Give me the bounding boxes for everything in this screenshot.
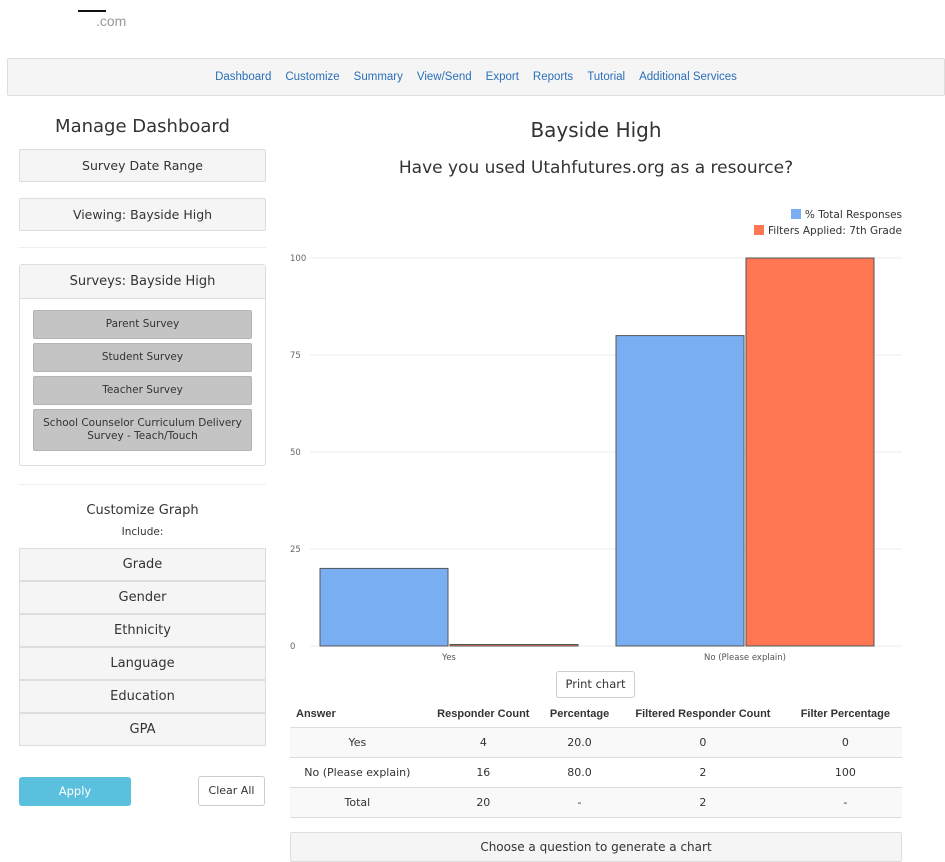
legend-item-filter[interactable]: Filters Applied: 7th Grade [754, 223, 902, 239]
cell-responder-count: 20 [424, 786, 542, 818]
survey-parent[interactable]: Parent Survey [33, 310, 252, 339]
cell-filter-percentage: 0 [788, 726, 902, 757]
y-tick-label: 25 [290, 545, 301, 555]
cell-percentage: 20.0 [541, 726, 618, 757]
question-text: Have you used Utahfutures.org as a resou… [398, 158, 794, 178]
table-row: Yes 4 20.0 0 0 [290, 726, 902, 757]
x-tick-label: Yes [441, 653, 456, 663]
cell-responder-count: 16 [424, 756, 542, 787]
cell-filter-percentage: - [788, 786, 902, 818]
col-percentage: Percentage [549, 707, 610, 720]
legend-label-total: % Total Responses [804, 209, 902, 221]
filter-gpa-button[interactable]: GPA [19, 713, 266, 746]
page-title: Bayside High [530, 118, 662, 142]
y-tick-label: 50 [290, 448, 301, 458]
legend-swatch-total [790, 209, 801, 219]
survey-school-counselor[interactable]: School Counselor Curriculum Delivery Sur… [33, 409, 252, 451]
cell-answer: No (Please explain) [290, 756, 425, 787]
legend-swatch-filter [754, 225, 765, 235]
cell-answer: Total [290, 786, 425, 818]
sidebar-title: Manage Dashboard [55, 116, 230, 137]
col-answer: Answer [296, 707, 336, 720]
apply-button[interactable]: Apply [19, 777, 131, 806]
bar-chart: 0 25 50 75 100 Yes No (Please explain) [290, 254, 902, 663]
col-filter-percentage: Filter Percentage [800, 707, 890, 720]
bar [319, 567, 449, 647]
choose-question-bar[interactable]: Choose a question to generate a chart [290, 832, 902, 862]
cell-filter-percentage: 100 [788, 756, 902, 787]
surveys-list: Parent Survey Student Survey Teacher Sur… [20, 299, 265, 465]
survey-student[interactable]: Student Survey [33, 343, 252, 372]
top-nav: Dashboard Customize Summary View/Send Ex… [7, 58, 945, 96]
bar [615, 335, 745, 647]
nav-export[interactable]: Export [486, 71, 519, 83]
survey-teacher[interactable]: Teacher Survey [33, 376, 252, 405]
cell-filtered-count: 2 [617, 786, 789, 818]
nav-summary[interactable]: Summary [354, 71, 403, 83]
include-label: Include: [121, 526, 164, 538]
cell-filtered-count: 0 [617, 726, 789, 757]
divider [19, 484, 266, 485]
filter-gender-button[interactable]: Gender [19, 581, 266, 614]
y-tick-label: 100 [290, 254, 306, 264]
cell-filtered-count: 2 [617, 756, 789, 787]
site-logo[interactable]: .com [78, 10, 138, 32]
col-responder-count: Responder Count [437, 707, 530, 720]
viewing-school-button[interactable]: Viewing: Bayside High [19, 198, 266, 231]
bar [449, 644, 579, 647]
nav-tutorial[interactable]: Tutorial [587, 71, 625, 83]
nav-additional-services[interactable]: Additional Services [639, 71, 737, 83]
table-row: Total 20 - 2 - [290, 786, 902, 818]
filter-grade-button[interactable]: Grade [19, 548, 266, 581]
cell-percentage: 80.0 [541, 756, 618, 787]
filter-language-button[interactable]: Language [19, 647, 266, 680]
table-row: No (Please explain) 16 80.0 2 100 [290, 756, 902, 787]
chart-legend: % Total Responses Filters Applied: 7th G… [754, 207, 902, 239]
nav-reports[interactable]: Reports [533, 71, 573, 83]
cell-answer: Yes [290, 726, 425, 757]
table-header-row: Answer Responder Count Percentage Filter… [290, 701, 902, 727]
legend-label-filter: Filters Applied: 7th Grade [768, 225, 902, 237]
nav-customize[interactable]: Customize [285, 71, 339, 83]
y-tick-label: 75 [290, 351, 301, 361]
cell-percentage: - [541, 786, 618, 818]
logo-text: .com [96, 13, 127, 29]
y-tick-label: 0 [290, 642, 295, 652]
nav-view-send[interactable]: View/Send [417, 71, 472, 83]
survey-date-range-button[interactable]: Survey Date Range [19, 149, 266, 182]
sidebar: Manage Dashboard Survey Date Range Viewi… [19, 110, 266, 746]
results-table: Answer Responder Count Percentage Filter… [290, 701, 902, 818]
cell-responder-count: 4 [424, 726, 542, 757]
logo-mark [78, 10, 106, 12]
surveys-panel-header: Surveys: Bayside High [20, 265, 265, 299]
customize-graph-title: Customize Graph [86, 503, 199, 518]
nav-dashboard[interactable]: Dashboard [215, 71, 271, 83]
surveys-panel: Surveys: Bayside High Parent Survey Stud… [19, 264, 266, 466]
divider [19, 247, 266, 248]
col-filtered-count: Filtered Responder Count [635, 707, 771, 720]
filter-ethnicity-button[interactable]: Ethnicity [19, 614, 266, 647]
x-tick-label: No (Please explain) [704, 653, 786, 663]
legend-item-total[interactable]: % Total Responses [754, 207, 902, 223]
clear-all-button[interactable]: Clear All [198, 776, 265, 806]
print-chart-button[interactable]: Print chart [556, 671, 635, 698]
filter-education-button[interactable]: Education [19, 680, 266, 713]
bar [745, 257, 875, 647]
